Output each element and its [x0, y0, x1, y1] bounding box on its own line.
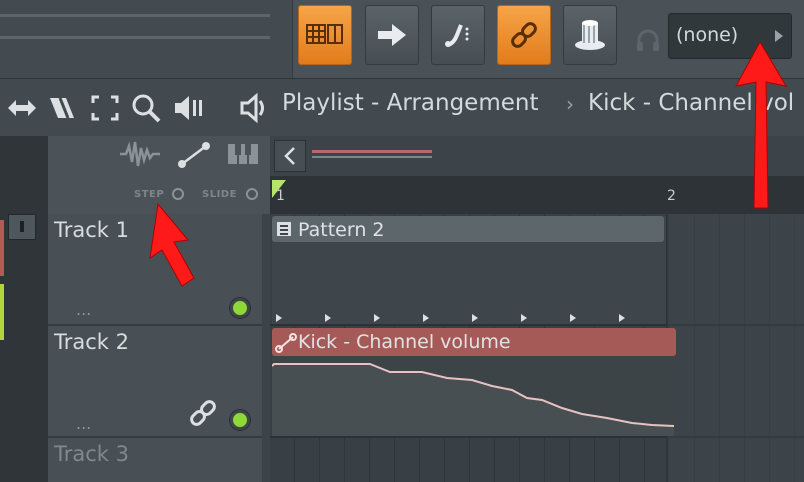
timeline-ruler[interactable]: 1 2: [270, 176, 804, 214]
link-icon[interactable]: [186, 396, 220, 430]
annotation-arrow-icon: [149, 202, 195, 287]
strip-button[interactable]: [8, 214, 36, 240]
track-name: Track 1: [54, 218, 129, 242]
annotation-arrow-icon: [735, 40, 788, 209]
breadcrumb-separator: ›: [566, 92, 574, 116]
pattern-notes: [276, 314, 625, 322]
note-icon: [445, 24, 469, 47]
ruler-bar-2: 2: [667, 188, 676, 204]
zoom-icon[interactable]: [130, 92, 162, 124]
automation-clip-label: Kick - Channel volume: [298, 331, 511, 353]
automation-curve: [272, 363, 675, 436]
track-row-3[interactable]: Track 3: [48, 438, 262, 482]
speaker-outline-icon[interactable]: [238, 92, 272, 124]
snap-arrows-icon[interactable]: [6, 94, 38, 122]
track-dots: ...: [76, 414, 92, 433]
link-button[interactable]: [497, 5, 551, 65]
slide-label: SLIDE: [202, 189, 237, 200]
master-area: [0, 0, 293, 78]
headphones-icon[interactable]: [634, 26, 662, 54]
step-label: STEP: [134, 189, 165, 200]
chevron-left-icon: [284, 147, 295, 165]
overview-clip: [312, 150, 432, 153]
track-dots: ...: [76, 300, 92, 319]
track-row-2[interactable]: Track 2 ...: [48, 326, 262, 438]
mixer-knob-button[interactable]: [563, 5, 617, 65]
track-mute-led[interactable]: [230, 298, 250, 318]
pattern-strip: [0, 136, 48, 482]
track-mute-led[interactable]: [230, 410, 250, 430]
slider-track[interactable]: [0, 14, 270, 17]
ruler-bar-1: 1: [276, 188, 285, 204]
speaker-icon[interactable]: [172, 92, 208, 124]
note-button[interactable]: [431, 5, 485, 65]
fit-view-icon[interactable]: [90, 94, 120, 122]
window-title: Playlist - Arrangement: [282, 90, 539, 116]
slider-track[interactable]: [0, 36, 270, 39]
slide-radio[interactable]: [246, 188, 258, 200]
scroll-left-button[interactable]: [274, 140, 306, 172]
pattern-clip-label: Pattern 2: [298, 219, 385, 241]
piano-roll-button[interactable]: [298, 5, 352, 65]
step-forward-button[interactable]: [365, 5, 419, 65]
arrow-right-icon: [378, 24, 406, 46]
automation-clip[interactable]: Kick - Channel volume: [272, 328, 676, 436]
slice-tool-icon[interactable]: [46, 92, 78, 124]
knob-icon: [575, 20, 605, 50]
automation-icon[interactable]: [176, 140, 212, 170]
pattern-clip[interactable]: Pattern 2: [272, 216, 666, 324]
piano-keys-icon[interactable]: [226, 142, 260, 166]
track-name: Track 3: [54, 442, 129, 466]
link-icon: [511, 22, 537, 48]
dropdown-value: (none): [676, 24, 739, 46]
playlist-overview[interactable]: [270, 136, 804, 176]
piano-roll-icon: [306, 24, 343, 44]
track-name: Track 2: [54, 330, 129, 354]
color-marker: [0, 284, 4, 340]
pattern-icon: [277, 222, 291, 236]
color-marker: [0, 220, 4, 276]
playlist-grid[interactable]: Pattern 2 Kick - Channel volume: [270, 214, 804, 482]
waveform-icon[interactable]: [118, 140, 162, 168]
automation-icon: [275, 333, 297, 353]
overview-clip: [312, 156, 432, 158]
step-radio[interactable]: [172, 188, 184, 200]
